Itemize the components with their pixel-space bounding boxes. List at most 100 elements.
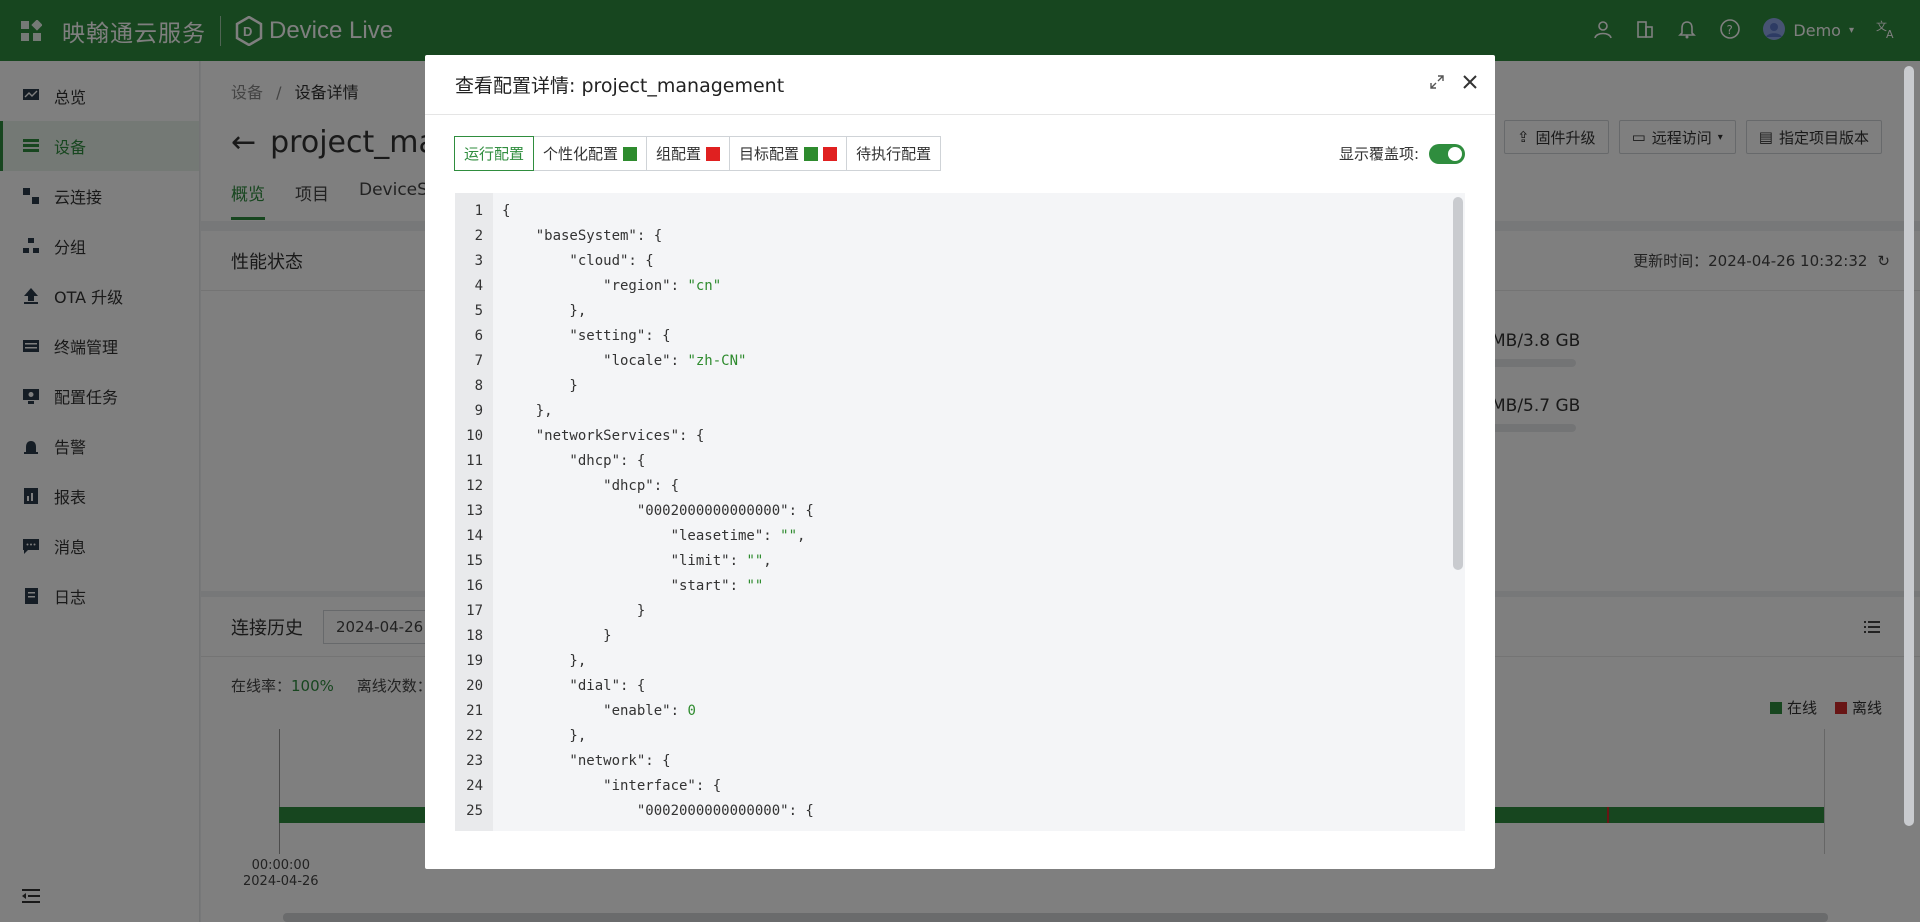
code-line: 17 } xyxy=(455,599,1445,624)
line-number: 12 xyxy=(466,478,483,494)
code-editor[interactable]: 1{2 "baseSystem": {3 "cloud": {4 "region… xyxy=(455,193,1465,831)
line-number: 6 xyxy=(474,328,483,344)
code-token: } xyxy=(502,378,578,394)
tab-label: 个性化配置 xyxy=(543,145,619,163)
line-number: 14 xyxy=(466,528,483,544)
code-line: 2 "baseSystem": { xyxy=(455,224,1445,249)
code-line: 9 }, xyxy=(455,399,1445,424)
code-token: "0002000000000000": { xyxy=(502,803,814,819)
code-token: } xyxy=(502,628,612,644)
code-text: "cloud": { xyxy=(502,249,653,274)
code-line: 3 "cloud": { xyxy=(455,249,1445,274)
code-text: { xyxy=(502,199,510,224)
config-tabs: 运行配置 个性化配置 组配置 目标配置 待执行配置 xyxy=(454,136,942,171)
code-line: 8 } xyxy=(455,374,1445,399)
red-marker xyxy=(823,146,838,161)
tab-group-config[interactable]: 组配置 xyxy=(646,136,731,171)
tab-personal-config[interactable]: 个性化配置 xyxy=(533,136,648,171)
number-token: 0 xyxy=(687,703,696,719)
code-line: 4 "region": "cn" xyxy=(455,274,1445,299)
code-token: "dhcp": { xyxy=(502,478,680,494)
code-token: "dial": { xyxy=(502,678,646,694)
line-number: 15 xyxy=(466,553,483,569)
code-token: "region": xyxy=(502,278,688,294)
code-line: 14 "leasetime": "", xyxy=(455,524,1445,549)
code-text: } xyxy=(502,599,645,624)
code-line: 6 "setting": { xyxy=(455,324,1445,349)
tab-label: 运行配置 xyxy=(464,145,525,163)
code-text: "dhcp": { xyxy=(502,449,645,474)
line-number: 1 xyxy=(474,203,483,219)
code-token: }, xyxy=(502,653,587,669)
tab-pending-config[interactable]: 待执行配置 xyxy=(846,136,942,171)
line-number: 18 xyxy=(466,628,483,644)
line-number: 4 xyxy=(474,278,483,294)
code-text: "interface": { xyxy=(502,774,721,799)
tab-label: 目标配置 xyxy=(739,145,800,163)
code-line: 19 }, xyxy=(455,649,1445,674)
fullscreen-icon[interactable] xyxy=(1429,74,1445,94)
code-line: 13 "0002000000000000": { xyxy=(455,499,1445,524)
line-number: 23 xyxy=(466,753,483,769)
code-line: 22 }, xyxy=(455,724,1445,749)
code-token: "dhcp": { xyxy=(502,453,646,469)
code-token: "setting": { xyxy=(502,328,671,344)
code-text: "network": { xyxy=(502,749,671,774)
code-line: 20 "dial": { xyxy=(455,674,1445,699)
code-text: "start": "" xyxy=(502,574,764,599)
show-overrides-label: 显示覆盖项: xyxy=(1338,145,1419,163)
close-icon[interactable] xyxy=(1461,73,1479,95)
code-token: { xyxy=(502,203,511,219)
line-number: 20 xyxy=(466,678,483,694)
code-token: "network": { xyxy=(502,753,671,769)
green-marker xyxy=(804,146,819,161)
code-token: "enable": xyxy=(502,703,688,719)
code-line: 10 "networkServices": { xyxy=(455,424,1445,449)
editor-scrollbar[interactable] xyxy=(1453,197,1463,570)
show-overrides-toggle-group: 显示覆盖项: xyxy=(1339,143,1465,164)
line-number: 3 xyxy=(474,253,483,269)
line-number: 16 xyxy=(466,578,483,594)
page-scrollbar[interactable] xyxy=(1904,66,1914,826)
string-token: "cn" xyxy=(687,278,722,294)
code-line: 21 "enable": 0 xyxy=(455,699,1445,724)
line-number: 25 xyxy=(466,803,483,819)
code-line: 1{ xyxy=(455,199,1445,224)
code-token: "locale": xyxy=(502,353,688,369)
code-line: 15 "limit": "", xyxy=(455,549,1445,574)
line-number: 19 xyxy=(466,653,483,669)
line-number: 17 xyxy=(466,603,483,619)
tab-label: 待执行配置 xyxy=(856,145,932,163)
line-number: 8 xyxy=(474,378,483,394)
code-token: "baseSystem": { xyxy=(502,228,663,244)
line-number: 10 xyxy=(466,428,483,444)
tab-target-config[interactable]: 目标配置 xyxy=(729,136,848,171)
line-number: 2 xyxy=(474,228,483,244)
code-token: } xyxy=(502,603,646,619)
line-number: 7 xyxy=(474,353,483,369)
code-text: "region": "cn" xyxy=(502,274,721,299)
code-text: "locale": "zh-CN" xyxy=(502,349,746,374)
code-token: , xyxy=(763,553,772,569)
string-token: "" xyxy=(780,528,798,544)
code-token: }, xyxy=(502,403,553,419)
code-text: "dhcp": { xyxy=(502,474,679,499)
line-number: 22 xyxy=(466,728,483,744)
code-token: }, xyxy=(502,728,587,744)
code-token: "0002000000000000": { xyxy=(502,503,814,519)
red-marker xyxy=(706,146,721,161)
line-number: 13 xyxy=(466,503,483,519)
code-line: 16 "start": "" xyxy=(455,574,1445,599)
code-token: , xyxy=(797,528,806,544)
string-token: "" xyxy=(746,578,764,594)
code-text: }, xyxy=(502,299,586,324)
tab-running-config[interactable]: 运行配置 xyxy=(454,136,535,171)
code-line: 7 "locale": "zh-CN" xyxy=(455,349,1445,374)
show-overrides-toggle[interactable] xyxy=(1429,143,1465,164)
code-text: "networkServices": { xyxy=(502,424,705,449)
line-number: 21 xyxy=(466,703,483,719)
line-number: 9 xyxy=(474,403,483,419)
line-number: 24 xyxy=(466,778,483,794)
code-text: "leasetime": "", xyxy=(502,524,806,549)
code-token: }, xyxy=(502,303,587,319)
